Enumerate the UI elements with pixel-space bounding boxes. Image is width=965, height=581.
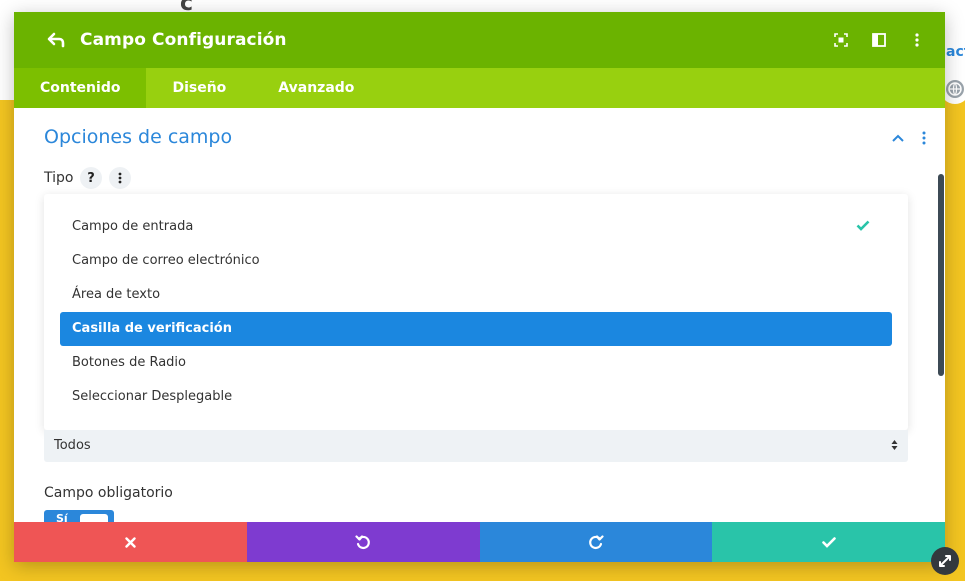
modal-header: Campo Configuración bbox=[14, 12, 945, 68]
background-link[interactable]: act bbox=[946, 44, 965, 60]
option-label: Casilla de verificación bbox=[72, 321, 232, 336]
check-icon bbox=[821, 536, 836, 548]
option-label: Botones de Radio bbox=[72, 355, 186, 370]
select-value: Todos bbox=[54, 438, 91, 453]
content-scrollbar[interactable] bbox=[938, 174, 944, 376]
tipo-label: Tipo bbox=[44, 170, 74, 186]
modal-footer bbox=[14, 522, 945, 562]
section-title[interactable]: Opciones de campo bbox=[44, 126, 232, 148]
tipo-dropdown-list: Campo de entrada Campo de correo electró… bbox=[44, 194, 908, 430]
tab-bar: Contenido Diseño Avanzado bbox=[14, 68, 945, 108]
select-dropdown[interactable]: Todos bbox=[44, 430, 908, 462]
cancel-button[interactable] bbox=[14, 522, 247, 562]
split-view-button[interactable] bbox=[867, 26, 891, 54]
option-label: Área de texto bbox=[72, 287, 161, 302]
more-vertical-icon bbox=[915, 33, 919, 47]
redo-icon bbox=[589, 535, 604, 550]
redo-button[interactable] bbox=[479, 522, 713, 562]
header-actions bbox=[829, 26, 929, 54]
option-label: Seleccionar Desplegable bbox=[72, 389, 233, 404]
back-button[interactable] bbox=[42, 25, 72, 55]
more-vertical-icon bbox=[922, 131, 926, 145]
tab-avanzado[interactable]: Avanzado bbox=[252, 68, 380, 108]
settings-modal: Campo Configuración Contenido Diseño Ava… bbox=[14, 12, 945, 562]
required-field-label: Campo obligatorio bbox=[44, 485, 173, 501]
option-label: Campo de correo electrónico bbox=[72, 253, 260, 268]
tab-contenido[interactable]: Contenido bbox=[14, 68, 147, 108]
modal-title: Campo Configuración bbox=[80, 30, 287, 50]
header-more-button[interactable] bbox=[905, 26, 929, 54]
close-icon bbox=[125, 536, 136, 548]
globe-icon bbox=[946, 80, 964, 98]
resize-handle[interactable] bbox=[931, 547, 959, 575]
option-seleccionar-desplegable[interactable]: Seleccionar Desplegable bbox=[60, 380, 892, 414]
option-campo-de-correo[interactable]: Campo de correo electrónico bbox=[60, 244, 892, 278]
checkmark-icon bbox=[856, 220, 870, 231]
collapse-section-button[interactable] bbox=[891, 130, 905, 146]
more-vertical-icon bbox=[118, 172, 122, 184]
modal-content: Opciones de campo Tipo ? Campo de entrad… bbox=[14, 108, 945, 526]
section-actions bbox=[891, 130, 931, 146]
section-more-button[interactable] bbox=[917, 130, 931, 146]
chevron-up-icon bbox=[892, 134, 904, 142]
option-casilla-de-verificacion[interactable]: Casilla de verificación bbox=[60, 312, 892, 346]
undo-arrow-icon bbox=[47, 32, 65, 48]
select-arrows-icon bbox=[891, 440, 898, 450]
option-area-de-texto[interactable]: Área de texto bbox=[60, 278, 892, 312]
tipo-more-button[interactable] bbox=[109, 167, 131, 189]
resize-diagonal-icon bbox=[939, 555, 951, 567]
tipo-help-button[interactable]: ? bbox=[80, 167, 102, 189]
option-label: Campo de entrada bbox=[72, 219, 194, 234]
undo-icon bbox=[355, 535, 370, 550]
fullscreen-button[interactable] bbox=[829, 26, 853, 54]
help-icon: ? bbox=[87, 170, 95, 186]
option-botones-de-radio[interactable]: Botones de Radio bbox=[60, 346, 892, 380]
fullscreen-icon bbox=[834, 33, 848, 47]
save-button[interactable] bbox=[712, 522, 945, 562]
undo-button[interactable] bbox=[246, 522, 480, 562]
columns-icon bbox=[872, 33, 886, 47]
option-campo-de-entrada[interactable]: Campo de entrada bbox=[60, 210, 892, 244]
tab-diseno[interactable]: Diseño bbox=[146, 68, 252, 108]
